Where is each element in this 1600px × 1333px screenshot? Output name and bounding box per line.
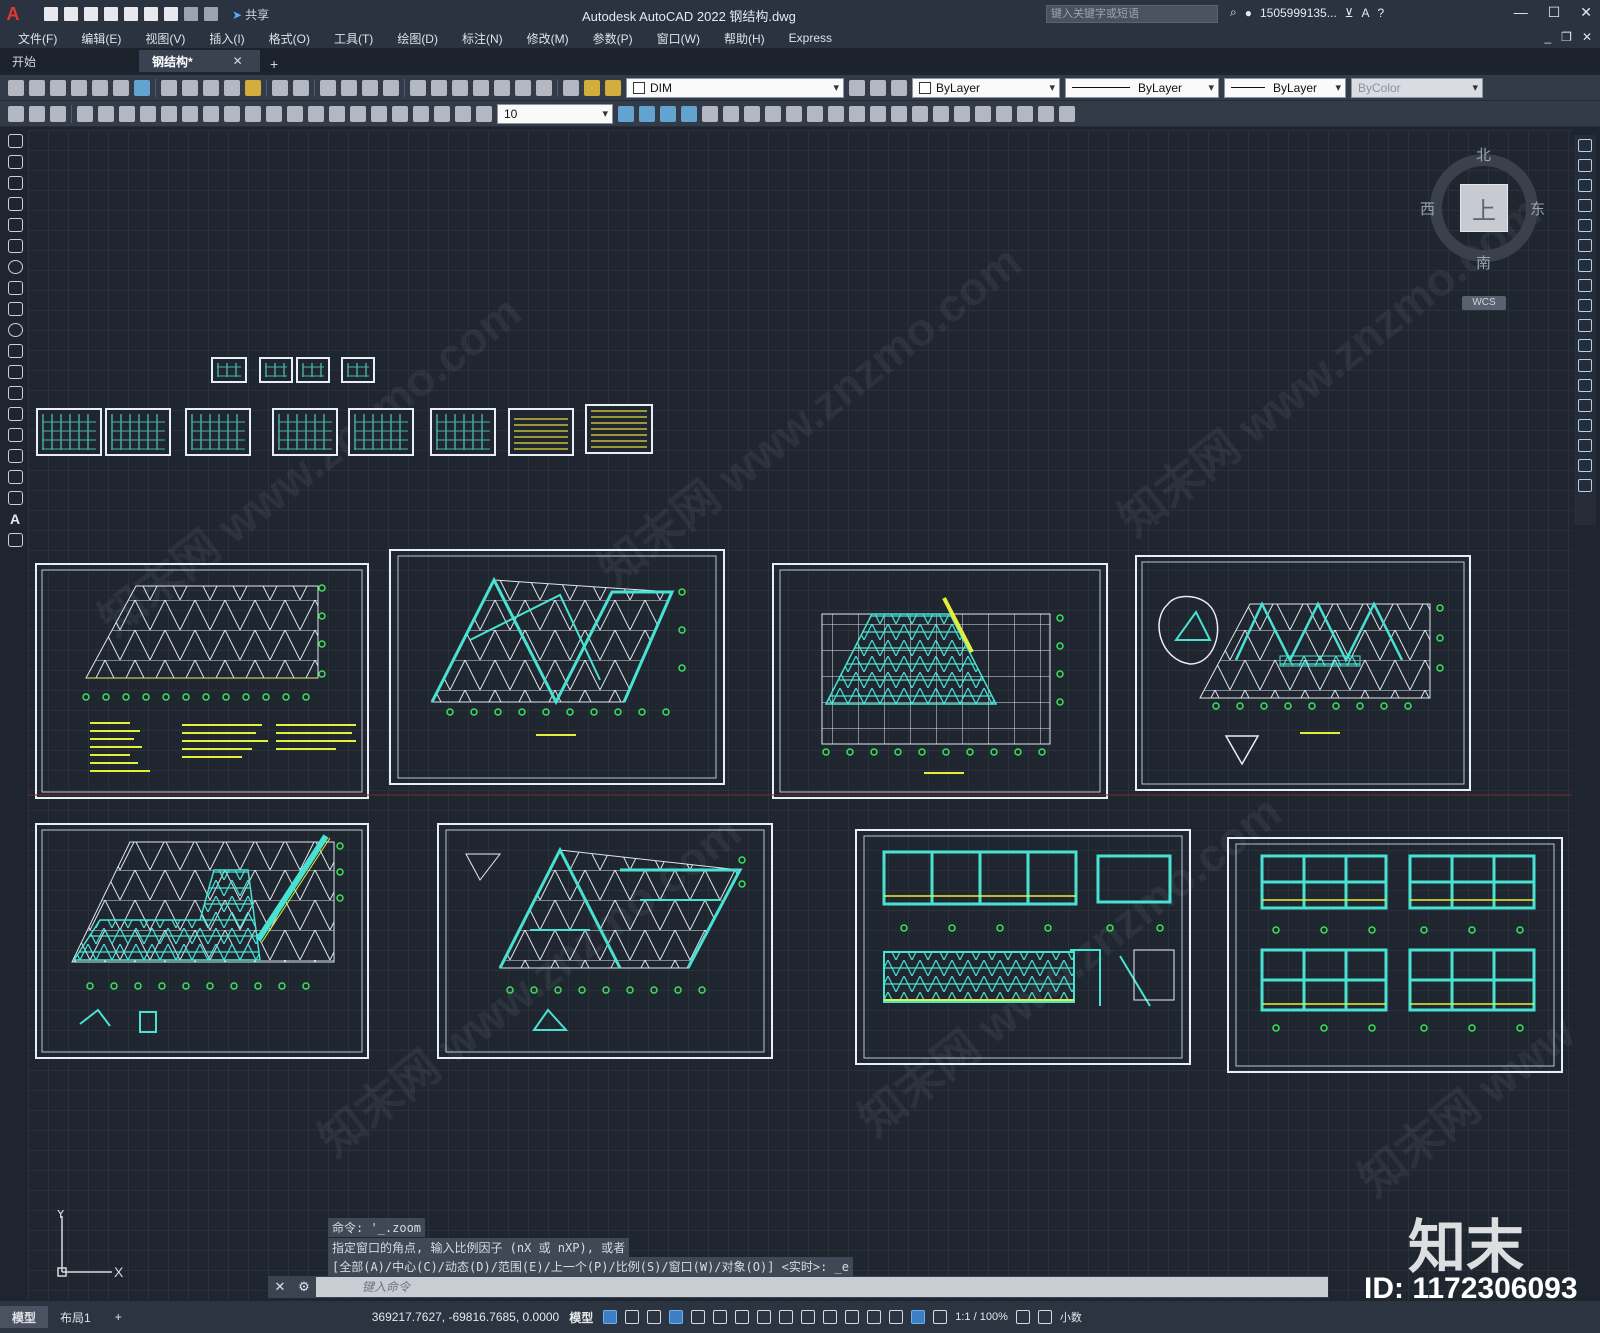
- ucs-y-label: Y: [56, 1210, 66, 1221]
- sheet-1[interactable]: [35, 563, 369, 799]
- ortho-icon[interactable]: [669, 1310, 684, 1324]
- command-history-line: [全部(A)/中心(C)/动态(D)/范围(E)/上一个(P)/比例(S)/窗口…: [328, 1257, 853, 1276]
- rotate-icon[interactable]: [1578, 259, 1592, 272]
- array-icon[interactable]: [1578, 219, 1592, 232]
- command-input[interactable]: 键入命令: [316, 1277, 1328, 1297]
- compass-south[interactable]: 南: [1476, 252, 1491, 273]
- compass-west[interactable]: 西: [1420, 198, 1435, 219]
- object-snap-tracking-icon[interactable]: [735, 1310, 750, 1324]
- compass-north[interactable]: 北: [1476, 144, 1491, 165]
- ucs-icon: Y X: [56, 1210, 124, 1280]
- viewcube[interactable]: 上 北 南 东 西: [1420, 147, 1545, 272]
- break-icon[interactable]: [1578, 379, 1592, 392]
- snap-icon[interactable]: [625, 1310, 640, 1324]
- stretch-icon[interactable]: [1578, 299, 1592, 312]
- blend-curves-icon[interactable]: [1578, 459, 1592, 472]
- fillet-icon[interactable]: [1578, 439, 1592, 452]
- status-toggles: 1:1 / 100% 小数: [603, 1309, 1082, 1325]
- selection-cycling-icon[interactable]: [823, 1310, 838, 1324]
- tab-model[interactable]: 模型: [0, 1306, 49, 1328]
- add-layout-button[interactable]: +: [103, 1306, 134, 1328]
- tab-layout1[interactable]: 布局1: [48, 1306, 103, 1328]
- hatch-icon[interactable]: [7, 428, 23, 442]
- auto-scale-icon[interactable]: [933, 1310, 948, 1324]
- command-history-line: 指定窗口的角点, 输入比例因子 (nX 或 nXP), 或者: [328, 1238, 630, 1257]
- units-setting[interactable]: 小数: [1060, 1309, 1082, 1325]
- make-block-icon[interactable]: [7, 386, 23, 400]
- model-space-toggle[interactable]: 模型: [569, 1309, 593, 1326]
- mtext-icon[interactable]: A: [8, 512, 23, 526]
- insert-block-icon[interactable]: [7, 365, 23, 379]
- scale-icon[interactable]: [1578, 279, 1592, 292]
- selection-filter-icon[interactable]: [889, 1310, 904, 1324]
- table-icon[interactable]: [7, 491, 23, 505]
- gradient-icon[interactable]: [7, 449, 23, 463]
- line-icon[interactable]: [7, 134, 23, 148]
- erase-icon[interactable]: [1578, 139, 1592, 152]
- polar-icon[interactable]: [691, 1310, 706, 1324]
- arc-icon[interactable]: [7, 239, 23, 253]
- region-icon[interactable]: [7, 470, 23, 484]
- annotation-monitor-icon[interactable]: [1037, 1310, 1052, 1324]
- break-at-point-icon[interactable]: [1578, 359, 1592, 372]
- ellipse-arc-icon[interactable]: [7, 344, 23, 358]
- sheet-5[interactable]: [35, 823, 369, 1059]
- sheet-4[interactable]: [1135, 555, 1471, 791]
- draw-toolbar: A: [4, 130, 26, 570]
- sheet-8[interactable]: [1227, 837, 1563, 1073]
- annotation-scale[interactable]: 1:1 / 100%: [955, 1311, 1008, 1323]
- ellipse-icon[interactable]: [7, 323, 23, 337]
- revision-cloud-icon[interactable]: [7, 281, 23, 295]
- extend-icon[interactable]: [1578, 339, 1592, 352]
- sheet-6[interactable]: [437, 823, 773, 1059]
- coordinates-readout[interactable]: 369217.7627, -69816.7685, 0.0000: [372, 1310, 560, 1324]
- polygon-icon[interactable]: [7, 197, 23, 211]
- viewcube-top-face[interactable]: 上: [1460, 184, 1508, 232]
- close-command-icon[interactable]: ✕: [268, 1279, 292, 1295]
- copy-object-icon[interactable]: [1578, 159, 1592, 172]
- rectangle-icon[interactable]: [7, 218, 23, 232]
- mirror-icon[interactable]: [1578, 179, 1592, 192]
- watermark-id: ID: 1172306093: [1364, 1272, 1578, 1305]
- polyline-icon[interactable]: [7, 176, 23, 190]
- workspace-icon[interactable]: [1015, 1310, 1030, 1324]
- customize-command-icon[interactable]: ⚙: [292, 1279, 316, 1295]
- compass-east[interactable]: 东: [1530, 198, 1545, 219]
- offset-icon[interactable]: [1578, 199, 1592, 212]
- command-history-line: 命令: '_.zoom: [328, 1218, 426, 1237]
- dynamic-ucs-icon[interactable]: [867, 1310, 882, 1324]
- grid-icon[interactable]: [603, 1310, 618, 1324]
- move-icon[interactable]: [1578, 239, 1592, 252]
- sheet-2[interactable]: [389, 549, 725, 785]
- wcs-menu[interactable]: WCS: [1462, 296, 1506, 310]
- 3d-osnap-icon[interactable]: [845, 1310, 860, 1324]
- circle-icon[interactable]: [7, 260, 23, 274]
- trim-icon[interactable]: [1578, 319, 1592, 332]
- add-selected-icon[interactable]: [7, 533, 23, 547]
- object-snap-icon[interactable]: [757, 1310, 772, 1324]
- construction-line-icon[interactable]: [7, 155, 23, 169]
- isodraft-icon[interactable]: [713, 1310, 728, 1324]
- spline-icon[interactable]: [7, 302, 23, 316]
- chamfer-icon[interactable]: [1578, 419, 1592, 432]
- explode-icon[interactable]: [1578, 479, 1592, 492]
- point-icon[interactable]: [7, 407, 23, 421]
- annotation-visibility-icon[interactable]: [911, 1310, 926, 1324]
- join-icon[interactable]: [1578, 399, 1592, 412]
- transparency-icon[interactable]: [801, 1310, 816, 1324]
- autocad-window: A ➤ 共享 Autodesk AutoCAD 2022 钢结构.dwg 键入关键…: [0, 0, 1600, 1333]
- drawing-sheets-layer: [28, 549, 1572, 1073]
- modify-toolbar: [1574, 135, 1596, 525]
- infer-constraints-icon[interactable]: [647, 1310, 662, 1324]
- command-line: ✕ ⚙ 键入命令: [268, 1276, 1328, 1298]
- ucs-x-label: X: [114, 1264, 124, 1280]
- lineweight-toggle-icon[interactable]: [779, 1310, 794, 1324]
- status-bar: 模型 布局1 + 369217.7627, -69816.7685, 0.000…: [0, 1301, 1600, 1333]
- sheet-7[interactable]: [855, 829, 1191, 1065]
- sheet-3[interactable]: [772, 563, 1108, 799]
